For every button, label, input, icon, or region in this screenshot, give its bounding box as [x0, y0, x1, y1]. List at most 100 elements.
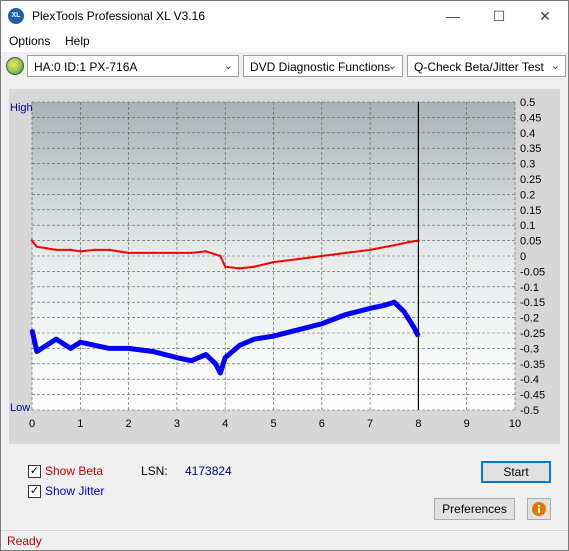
title-bar: XL PlexTools Professional XL V3.16 — ☐ ✕ — [1, 1, 568, 31]
data-point — [219, 371, 222, 375]
y-tick-label: 0.25 — [520, 174, 541, 186]
data-point — [402, 310, 406, 313]
chevron-down-icon: ⌄ — [223, 60, 233, 72]
test-select[interactable]: Q-Check Beta/Jitter Test ⌄ — [407, 55, 566, 77]
data-point — [252, 265, 256, 268]
data-point — [238, 344, 241, 347]
data-point — [175, 356, 179, 359]
data-point — [93, 344, 96, 347]
y-tick-label: -0.35 — [520, 359, 545, 371]
start-button[interactable]: Start — [481, 461, 551, 483]
data-point — [30, 239, 34, 242]
show-beta-label: Show Beta — [45, 464, 104, 478]
y-tick-label: -0.45 — [520, 390, 545, 402]
minimize-button[interactable]: — — [430, 1, 476, 31]
function-select[interactable]: DVD Diagnostic Functions ⌄ — [243, 55, 403, 77]
y-tick-labels: 0.5 0.45 0.4 0.35 0.3 0.25 0.2 0.15 0.1 0.05 0 -0.0… — [520, 97, 545, 417]
data-point — [190, 359, 193, 362]
data-point — [69, 248, 72, 252]
status-bar: Ready — [1, 530, 568, 550]
controls-panel: ✓ Show Beta ✓ Show Jitter LSN: 4173824 S… — [9, 450, 560, 526]
y-tick-label: 0.1 — [520, 220, 535, 232]
y-tick-label: -0.2 — [520, 313, 539, 325]
data-point — [127, 251, 130, 255]
data-point — [214, 362, 217, 365]
y-tick-label: -0.1 — [520, 282, 539, 294]
y-label-high: High — [10, 102, 33, 114]
data-point — [175, 251, 179, 255]
x-tick-label: 7 — [367, 418, 373, 430]
info-icon — [532, 502, 546, 516]
data-point — [393, 244, 396, 247]
data-point — [151, 350, 154, 353]
data-point — [219, 254, 222, 258]
x-tick-labels: 0 1 2 3 4 5 6 7 8 9 10 — [29, 418, 521, 430]
grid — [31, 101, 516, 411]
menu-help[interactable]: Help — [65, 34, 90, 48]
data-point — [407, 240, 410, 244]
show-jitter-label: Show Jitter — [45, 484, 105, 498]
data-point — [368, 307, 372, 310]
data-point — [45, 344, 48, 347]
y-tick-label: -0.5 — [520, 405, 539, 417]
y-tick-label: -0.05 — [520, 266, 545, 278]
y-tick-label: -0.3 — [520, 343, 539, 355]
x-tick-label: 6 — [319, 418, 325, 430]
y-tick-label: 0.2 — [520, 189, 535, 201]
lsn-value: 4173824 — [185, 464, 232, 478]
data-point — [108, 347, 111, 350]
data-point — [296, 257, 299, 261]
data-point — [204, 353, 208, 356]
y-tick-label: 0.35 — [520, 143, 541, 155]
data-point — [30, 328, 34, 332]
x-tick-label: 10 — [509, 418, 521, 430]
lsn-label: LSN: — [141, 464, 168, 478]
x-tick-label: 1 — [77, 418, 83, 430]
data-point — [151, 251, 154, 255]
data-point — [272, 334, 275, 338]
beta-jitter-chart: High Low 0 1 2 3 4 5 6 7 8 9 10 0.50.450.40.350.30… — [10, 97, 545, 430]
drive-select[interactable]: HA:0 ID:1 PX-716A ⌄ — [27, 55, 239, 77]
data-point — [344, 251, 348, 255]
y-tick-label: -0.4 — [520, 374, 539, 386]
app-logo-icon: XL — [8, 8, 24, 24]
data-point — [393, 301, 396, 304]
x-tick-label: 0 — [29, 418, 35, 430]
y-tick-label: 0.45 — [520, 112, 541, 124]
data-point — [79, 250, 82, 253]
data-point — [412, 325, 415, 329]
data-point — [238, 267, 241, 270]
maximize-button[interactable]: ☐ — [476, 1, 522, 31]
y-tick-label: 0 — [520, 251, 526, 263]
test-select-value: Q-Check Beta/Jitter Test — [414, 60, 544, 74]
preferences-button[interactable]: Preferences — [434, 498, 515, 520]
data-point — [320, 322, 323, 325]
data-point — [35, 245, 39, 248]
drive-select-value: HA:0 ID:1 PX-716A — [34, 60, 138, 74]
menu-options[interactable]: Options — [9, 34, 50, 48]
data-point — [368, 248, 372, 252]
show-jitter-checkbox[interactable]: ✓ — [28, 485, 41, 498]
x-tick-label: 3 — [174, 418, 180, 430]
toolbar: HA:0 ID:1 PX-716A ⌄ DVD Diagnostic Funct… — [1, 52, 568, 82]
y-tick-label: -0.25 — [520, 328, 545, 340]
data-point — [224, 356, 227, 359]
x-tick-label: 9 — [464, 418, 470, 430]
data-point — [224, 265, 227, 268]
info-button[interactable] — [527, 498, 551, 520]
close-button[interactable]: ✕ — [522, 1, 568, 31]
main-window: XL PlexTools Professional XL V3.16 — ☐ ✕… — [0, 0, 569, 551]
status-text: Ready — [7, 534, 42, 548]
show-beta-checkbox[interactable]: ✓ — [28, 465, 41, 478]
data-point — [79, 341, 82, 344]
data-point — [54, 337, 58, 341]
y-tick-label: 0.15 — [520, 205, 541, 217]
x-tick-label: 5 — [270, 418, 276, 430]
x-tick-label: 8 — [415, 418, 421, 430]
chart-panel: High Low 0 1 2 3 4 5 6 7 8 9 10 0.5 0.45 0.4 0.35 0.3 0… — [9, 89, 560, 444]
y-tick-label: 0.4 — [520, 128, 535, 140]
data-point — [296, 328, 299, 332]
data-point — [383, 304, 386, 307]
x-tick-label: 4 — [222, 418, 228, 430]
window-title: PlexTools Professional XL V3.16 — [32, 9, 205, 23]
